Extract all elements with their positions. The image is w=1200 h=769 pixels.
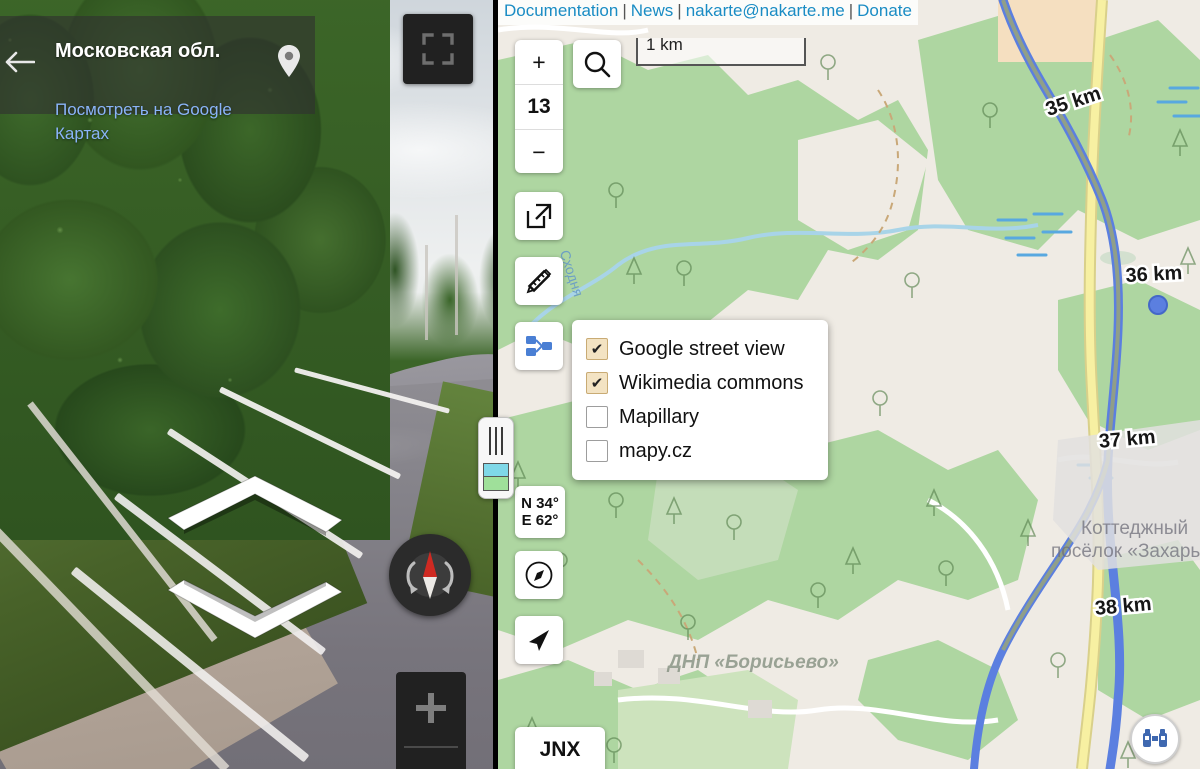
layers-split-handle[interactable]	[478, 417, 514, 499]
street-view-pane[interactable]: Московская обл. Посмотреть на Google Кар…	[0, 0, 496, 769]
street-view-forward-arrow[interactable]	[160, 470, 350, 550]
external-link-icon[interactable]	[515, 192, 563, 240]
layers-icon	[483, 462, 509, 491]
street-view-zoom-control[interactable]	[396, 672, 466, 769]
layer-option-mapillary[interactable]: Mapillary	[586, 400, 828, 434]
binoculars-icon[interactable]	[1130, 714, 1180, 764]
link-email[interactable]: nakarte@nakarte.me	[686, 1, 845, 20]
layer-label: Google street view	[619, 337, 785, 360]
place-label: ДНП «Борисьево»	[668, 652, 839, 673]
search-icon[interactable]	[573, 40, 621, 88]
app-root: Московская обл. Посмотреть на Google Кар…	[0, 0, 1200, 769]
map-pin-icon	[276, 44, 302, 78]
latitude-value: N 34°	[521, 495, 559, 512]
place-label: Коттеджный	[1081, 518, 1189, 539]
link-documentation[interactable]: Documentation	[504, 1, 618, 20]
coordinates-display[interactable]: N 34° E 62°	[515, 486, 565, 538]
street-view-backward-arrow[interactable]	[160, 578, 350, 653]
scale-bar: 1 km	[636, 35, 806, 66]
longitude-value: E 62°	[521, 512, 559, 529]
layer-label: Mapillary	[619, 405, 700, 428]
header-separator: |	[622, 1, 627, 20]
ruler-pencil-icon[interactable]	[515, 257, 563, 305]
street-view-location-title: Московская обл.	[55, 40, 221, 62]
zoom-control-divider	[404, 746, 458, 748]
layer-selection-popup[interactable]: ✔ Google street view ✔ Wikimedia commons…	[572, 320, 828, 480]
zoom-out-button[interactable]: −	[515, 130, 563, 174]
jnx-button[interactable]: JNX	[515, 727, 605, 769]
header-separator: |	[848, 1, 854, 20]
drag-grip-icon	[489, 426, 503, 456]
map-pane[interactable]: 35 km 35 km 36 km 36 km 37 km 37 km 38 k…	[498, 0, 1200, 769]
layer-option-google-street-view[interactable]: ✔ Google street view	[586, 332, 828, 366]
checkbox-unchecked[interactable]	[586, 406, 608, 428]
street-view-zoom-in-button[interactable]	[396, 672, 466, 744]
sv-utility-pole	[425, 245, 428, 340]
link-news[interactable]: News	[631, 1, 674, 20]
header-links: Documentation | News | nakarte@nakarte.me | Do…	[498, 0, 918, 25]
sv-utility-pole	[455, 215, 458, 335]
layer-label: mapy.cz	[619, 439, 692, 462]
compass-icon[interactable]	[389, 534, 471, 616]
checkbox-checked[interactable]: ✔	[586, 338, 608, 360]
scale-bar-label: 1 km	[646, 35, 683, 54]
layer-option-mapy-cz[interactable]: mapy.cz	[586, 434, 828, 468]
layer-option-wikimedia-commons[interactable]: ✔ Wikimedia commons	[586, 366, 828, 400]
location-arrow-icon[interactable]	[515, 616, 563, 664]
compass-icon[interactable]	[515, 551, 563, 599]
zoom-level-display: 13	[515, 84, 563, 130]
zoom-control[interactable]: + 13 −	[515, 40, 563, 173]
link-donate[interactable]: Donate	[857, 1, 912, 20]
place-label: посёлок «Захарьино»	[1051, 541, 1200, 562]
street-view-info-box: Московская обл. Посмотреть на Google Кар…	[0, 16, 315, 143]
checkbox-unchecked[interactable]	[586, 440, 608, 462]
google-maps-link[interactable]: Посмотреть на Google Картах	[55, 98, 270, 146]
pane-divider	[493, 0, 498, 769]
fullscreen-icon[interactable]	[403, 14, 473, 84]
header-separator: |	[677, 1, 682, 20]
zoom-in-button[interactable]: +	[515, 40, 563, 84]
layer-label: Wikimedia commons	[619, 371, 804, 394]
back-arrow-icon[interactable]	[0, 42, 40, 82]
photo-layers-icon[interactable]	[515, 322, 563, 370]
checkbox-checked[interactable]: ✔	[586, 372, 608, 394]
